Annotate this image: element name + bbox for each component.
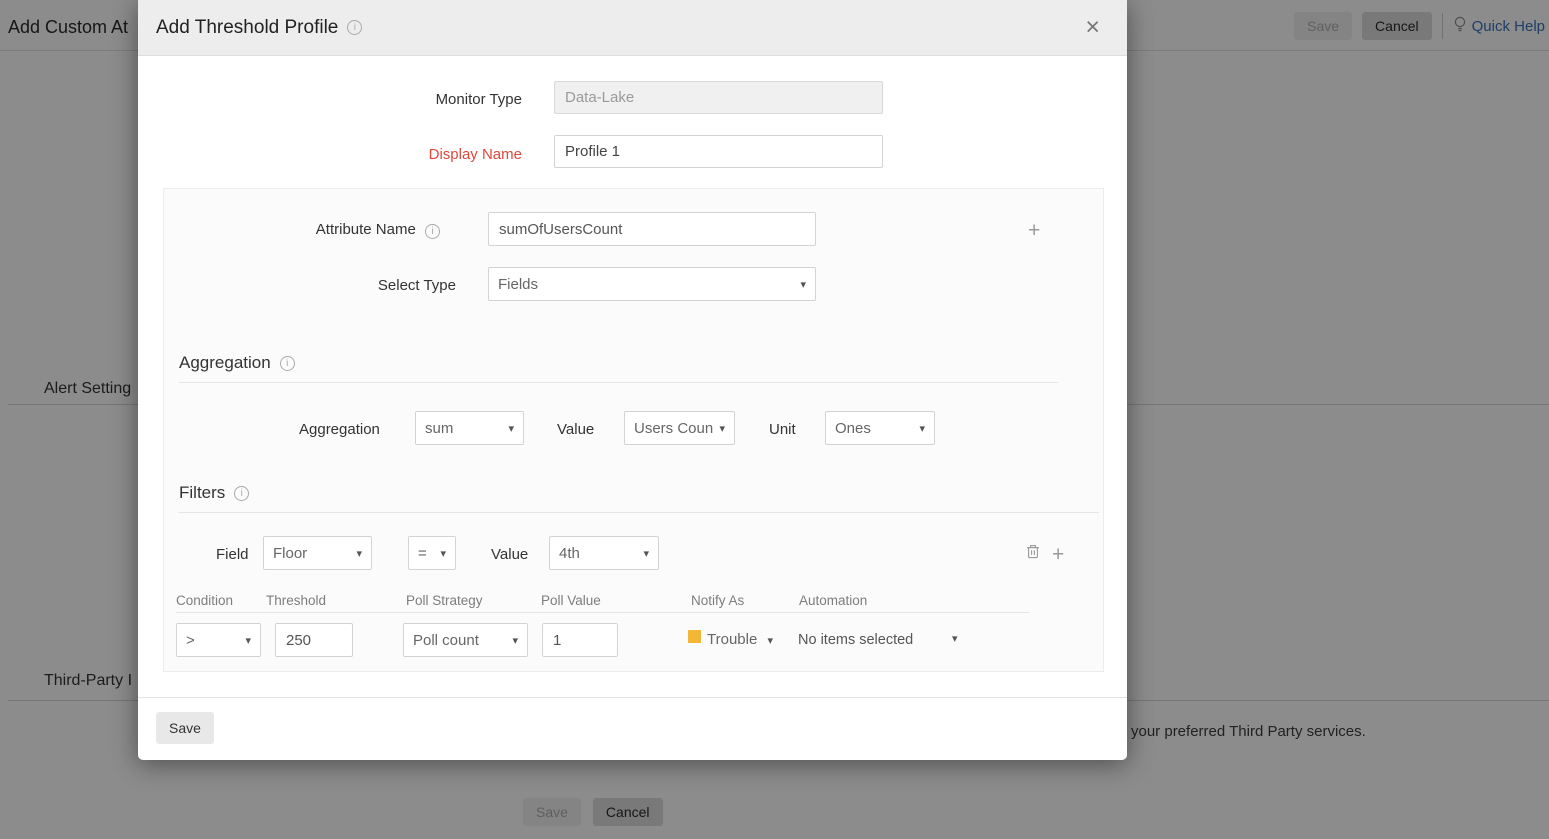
attribute-name-field[interactable] — [488, 212, 816, 246]
value-label: Value — [557, 421, 594, 438]
column-header-threshold: Threshold — [266, 593, 326, 608]
filter-value-label: Value — [491, 546, 528, 563]
filter-value-dropdown[interactable]: 4th ▾ — [549, 536, 659, 570]
chevron-down-icon: ▾ — [919, 422, 925, 435]
chevron-down-icon: ▾ — [719, 422, 725, 435]
automation-value: No items selected — [798, 632, 913, 648]
column-header-poll-strategy: Poll Strategy — [406, 593, 483, 608]
attribute-name-label: Attribute Name — [164, 221, 440, 239]
filters-section-title: Filters — [179, 483, 249, 503]
section-divider — [179, 512, 1099, 513]
column-header-poll-value: Poll Value — [541, 593, 601, 608]
screen: Add Custom At Save Cancel Quick Help Ale… — [0, 0, 1549, 839]
chevron-down-icon: ▾ — [512, 634, 518, 647]
add-filter-icon[interactable]: + — [1052, 544, 1064, 565]
filter-field-dropdown[interactable]: Floor ▾ — [263, 536, 372, 570]
info-icon[interactable] — [425, 224, 440, 239]
trouble-color-swatch — [688, 630, 701, 643]
unit-dropdown[interactable]: Ones ▾ — [825, 411, 935, 445]
select-type-label: Select Type — [164, 277, 456, 294]
close-icon[interactable]: × — [1076, 15, 1109, 40]
filter-operator-dropdown[interactable]: = ▾ — [408, 536, 456, 570]
column-header-automation: Automation — [799, 593, 867, 608]
dialog-header: Add Threshold Profile × — [138, 0, 1127, 56]
add-threshold-profile-dialog: Add Threshold Profile × Monitor Type Dis… — [138, 0, 1127, 760]
automation-dropdown-icon[interactable]: ▾ — [952, 632, 958, 645]
info-icon[interactable] — [347, 20, 362, 35]
notify-as-dropdown[interactable]: Trouble ▾ — [707, 631, 773, 648]
column-header-condition: Condition — [176, 593, 233, 608]
chevron-down-icon: ▾ — [643, 547, 649, 560]
aggregation-label: Aggregation — [299, 421, 380, 438]
chevron-down-icon: ▾ — [508, 422, 514, 435]
aggregation-section-title: Aggregation — [179, 353, 295, 373]
monitor-type-label: Monitor Type — [138, 91, 522, 108]
column-header-notify-as: Notify As — [691, 593, 744, 608]
poll-strategy-dropdown[interactable]: Poll count ▾ — [403, 623, 528, 657]
save-button[interactable]: Save — [156, 712, 214, 744]
value-dropdown[interactable]: Users Count ▾ — [624, 411, 735, 445]
attribute-panel: Attribute Name + Select Type Fields ▾ Ag… — [163, 188, 1104, 672]
monitor-type-field — [554, 81, 883, 114]
chevron-down-icon: ▾ — [245, 634, 251, 647]
info-icon[interactable] — [280, 356, 295, 371]
aggregation-dropdown[interactable]: sum ▾ — [415, 411, 524, 445]
info-icon[interactable] — [234, 486, 249, 501]
trash-icon[interactable] — [1026, 544, 1040, 563]
select-type-dropdown[interactable]: Fields ▾ — [488, 267, 816, 301]
display-name-field[interactable] — [554, 135, 883, 168]
chevron-down-icon: ▾ — [356, 547, 362, 560]
poll-value-field[interactable] — [542, 623, 618, 657]
section-divider — [179, 382, 1058, 383]
threshold-field[interactable] — [275, 623, 353, 657]
unit-label: Unit — [769, 421, 796, 438]
dialog-title: Add Threshold Profile — [156, 17, 338, 39]
footer-divider — [138, 697, 1127, 698]
display-name-label: Display Name — [138, 146, 522, 163]
condition-dropdown[interactable]: > ▾ — [176, 623, 261, 657]
chevron-down-icon: ▾ — [800, 278, 806, 291]
chevron-down-icon: ▾ — [767, 635, 773, 647]
chevron-down-icon: ▾ — [440, 547, 446, 560]
table-header-divider — [176, 612, 1029, 613]
add-attribute-icon[interactable]: + — [1028, 220, 1040, 241]
field-label: Field — [216, 546, 249, 563]
